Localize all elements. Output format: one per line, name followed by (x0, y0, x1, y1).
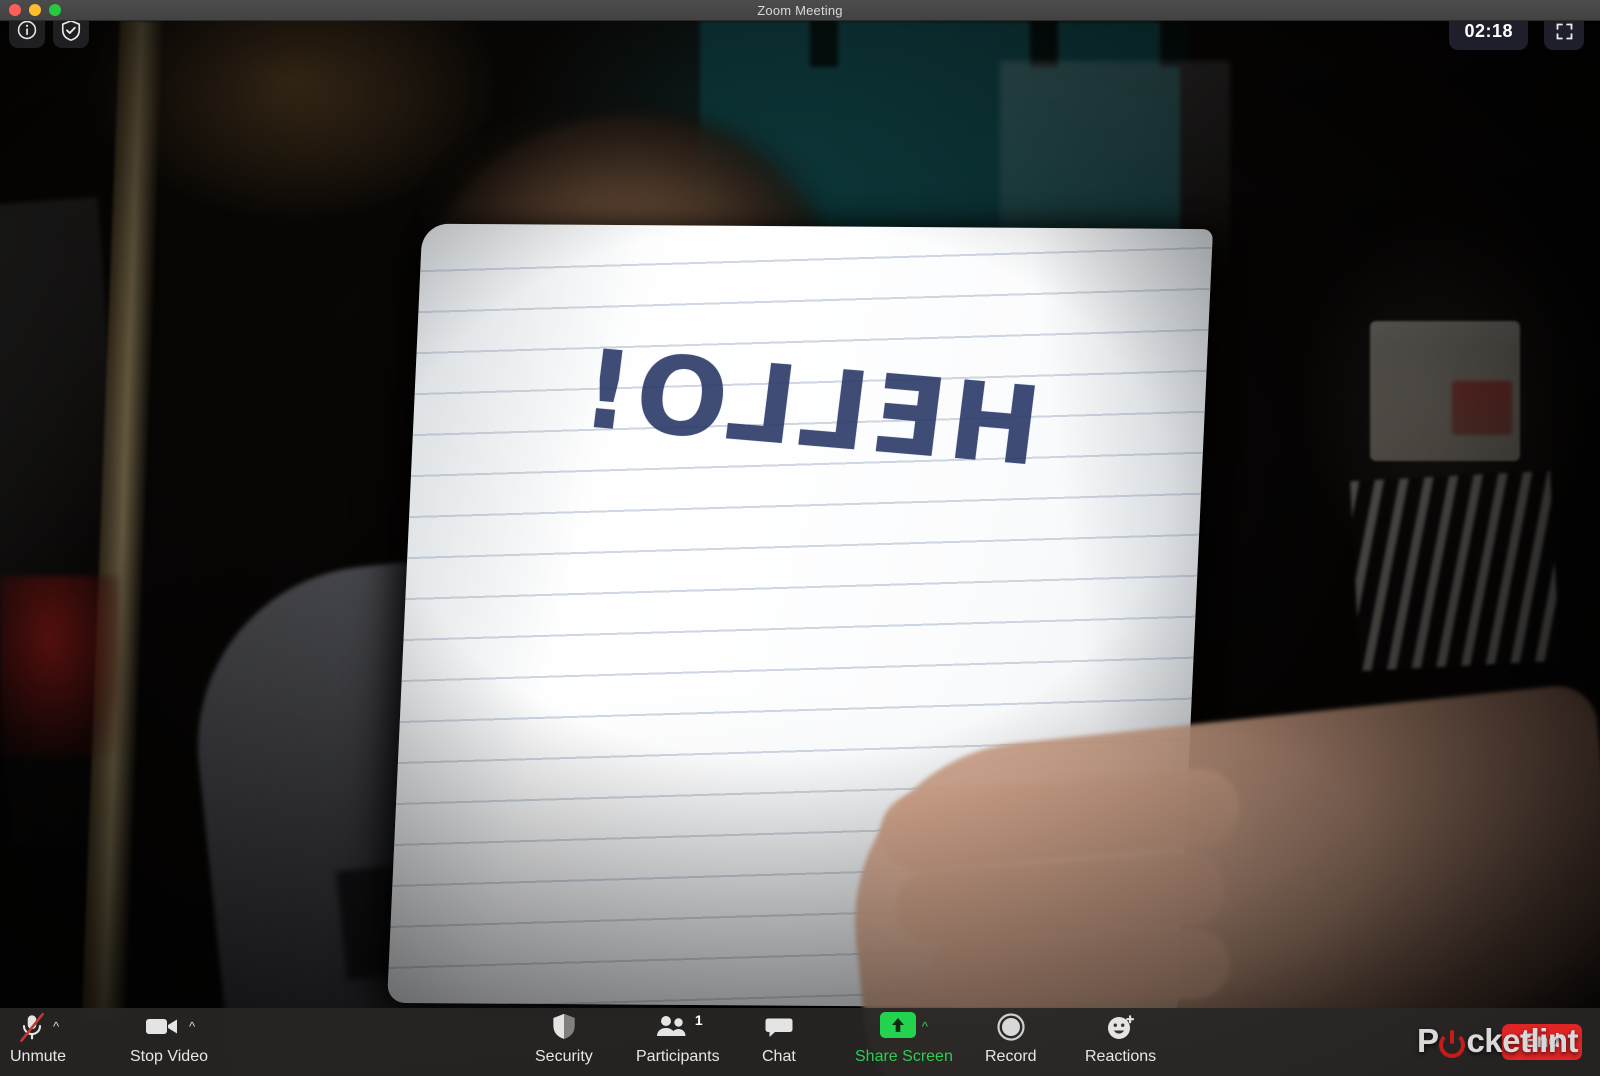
share-screen-icon (879, 1012, 916, 1038)
toolbar-label-reactions: Reactions (1085, 1048, 1157, 1065)
toolbar-label-stop-video: Stop Video (130, 1048, 208, 1065)
reactions-icon (1107, 1015, 1134, 1039)
toolbar-label-record: Record (985, 1048, 1037, 1065)
toolbar-label-chat: Chat (762, 1048, 796, 1065)
end-meeting-button[interactable]: End (1502, 1024, 1582, 1060)
toolbar-button-reactions[interactable]: Reactions (1085, 1012, 1156, 1066)
video-stage: HELLO! (0, 21, 1600, 1076)
video-camera-icon (145, 1019, 177, 1034)
toolbar-button-security[interactable]: Security (535, 1012, 593, 1066)
toolbar-button-unmute[interactable]: ^ Unmute (10, 1012, 66, 1066)
record-icon (997, 1013, 1025, 1041)
shield-check-icon (61, 19, 81, 41)
toolbar-label-unmute: Unmute (10, 1048, 67, 1065)
participants-count-badge: 1 (694, 1012, 703, 1028)
share-screen-options-caret[interactable]: ^ (922, 1012, 928, 1042)
chat-bubble-icon (765, 1018, 793, 1037)
toolbar-button-share-screen[interactable]: ^ Share Screen (855, 1012, 953, 1066)
microphone-muted-icon (20, 1012, 44, 1043)
window-title: Zoom Meeting (757, 2, 843, 18)
zoom-meeting-window: Zoom Meeting HELLO! (0, 0, 1600, 1076)
meeting-toolbar: ^ Unmute ^ Stop Video Security 1 Partici… (0, 1008, 1600, 1076)
info-icon (17, 20, 37, 40)
toolbar-label-participants: Participants (636, 1048, 720, 1065)
toolbar-button-chat[interactable]: Chat (762, 1012, 796, 1066)
shield-icon (553, 1013, 575, 1039)
window-titlebar: Zoom Meeting (0, 0, 1600, 21)
upload-arrow-icon (891, 1018, 904, 1032)
toolbar-label-security: Security (535, 1048, 593, 1065)
toolbar-button-record[interactable]: Record (985, 1012, 1037, 1066)
scene-vignette (0, 21, 1600, 1076)
participants-icon (656, 1016, 686, 1036)
toolbar-button-stop-video[interactable]: ^ Stop Video (130, 1012, 208, 1066)
video-options-caret[interactable]: ^ (189, 1012, 195, 1042)
toolbar-button-participants[interactable]: 1 Participants (636, 1012, 720, 1066)
unmute-options-caret[interactable]: ^ (53, 1012, 59, 1042)
toolbar-label-share-screen: Share Screen (855, 1048, 953, 1065)
fullscreen-icon (1556, 23, 1572, 39)
